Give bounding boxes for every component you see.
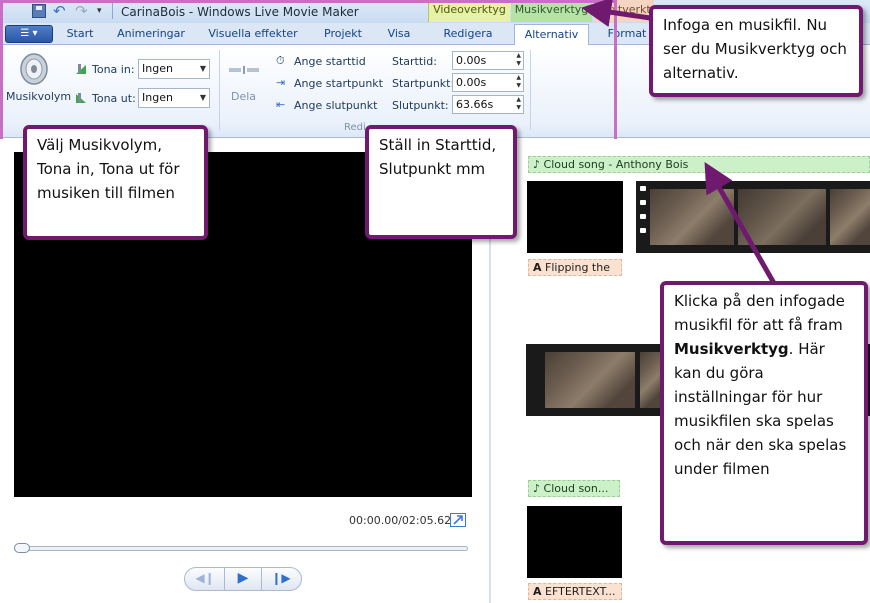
callout-click-text-1: Klicka på den infogade musikfil för att … <box>674 292 845 334</box>
callout-click-text-2: . Här kan du göra inställningar för hur … <box>674 340 847 478</box>
callout-insert-music: Infoga en musikfil. Nu ser du Musikverkt… <box>649 5 863 97</box>
arrow-to-music-tools <box>581 0 651 28</box>
callout-click-music-file: Klicka på den infogade musikfil för att … <box>660 281 868 545</box>
callout-click-bold: Musikverktyg <box>674 340 789 358</box>
callout-start-time: Ställ in Starttid, Slutpunkt mm <box>365 125 517 239</box>
callout-music-volume: Välj Musikvolym, Tona in, Tona ut för mu… <box>23 125 208 240</box>
arrow-to-music-clip <box>704 161 778 287</box>
